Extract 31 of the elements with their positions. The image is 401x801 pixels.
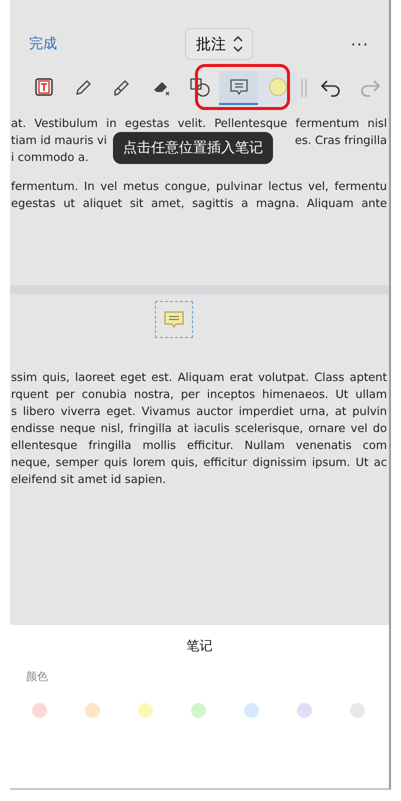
- color-swatch[interactable]: [297, 703, 312, 718]
- sheet-title: 笔记: [186, 638, 214, 655]
- toolbar-divider-icon: [299, 77, 310, 99]
- chevron-updown-icon: [232, 34, 244, 54]
- body-text: at. Vestibulum in egestas velit. Pellentesque fermentum nisl: [11, 115, 387, 132]
- more-button[interactable]: ···: [350, 34, 369, 54]
- body-text: ssim quis, laoreet eget est. Aliquam erat volutpat. Class aptent: [11, 369, 387, 386]
- body-text: es. Cras fringilla: [294, 132, 387, 149]
- mode-dropdown[interactable]: 批注: [184, 28, 253, 60]
- note-tool-button[interactable]: [219, 71, 258, 105]
- color-label: 颜色: [26, 669, 49, 684]
- color-swatch[interactable]: [32, 703, 47, 718]
- body-text: s libero viverra eget. Vivamus auctor imperdiet urna, at pulvin: [11, 403, 387, 420]
- color-swatch[interactable]: [85, 703, 100, 718]
- body-text: fermentum. In vel metus congue, pulvinar lectus vel, fermentu: [11, 178, 387, 195]
- shapes-icon: [188, 76, 212, 98]
- color-tool-button[interactable]: [258, 71, 298, 105]
- done-button[interactable]: 完成: [29, 35, 57, 53]
- body-text: ellentesque fringilla mollis efficitur. Nullam venenatis com: [11, 437, 387, 454]
- body-text: neque, semper quis lorem quis, efficitur dignissim ipsum. Ut ac: [11, 454, 387, 471]
- tooltip: 点击任意位置插入笔记: [113, 132, 273, 164]
- body-text: endisse neque nisl, fringilla at iaculis scelerisque, ornare vel do: [11, 420, 387, 437]
- note-marker[interactable]: [155, 301, 193, 338]
- color-swatch[interactable]: [138, 703, 153, 718]
- body-text: tiam id mauris vi: [11, 132, 107, 149]
- body-text: i commodo a.: [11, 149, 90, 166]
- body-text: rquent per conubia nostra, per inceptos himenaeos. Ut ullam: [11, 386, 387, 403]
- color-swatch[interactable]: [244, 703, 259, 718]
- color-swatch[interactable]: [191, 703, 206, 718]
- body-text: eleifend sit amet id sapien.: [11, 471, 167, 488]
- body-text: egestas ut aliquet sit amet, sagittis a magna. Aliquam ante: [11, 195, 387, 212]
